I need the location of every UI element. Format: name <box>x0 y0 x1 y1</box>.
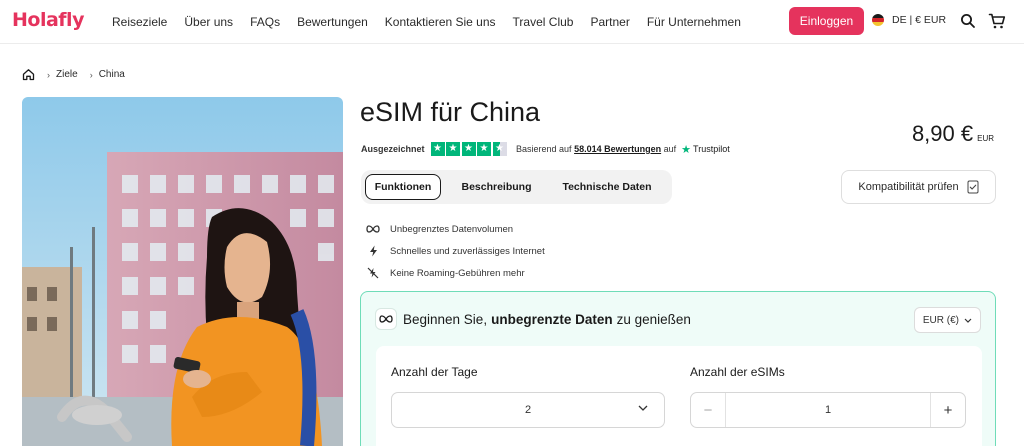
price-value: 8,90 € <box>911 121 974 146</box>
product-tabs: Funktionen Beschreibung Technische Daten <box>361 170 672 204</box>
chevron-right-icon: › <box>89 69 93 80</box>
infinity-icon <box>366 222 380 236</box>
language-currency-label: DE | € EUR <box>892 14 947 26</box>
checklist-icon <box>967 180 979 194</box>
infinity-icon <box>375 308 397 330</box>
product-hero-image <box>22 97 343 446</box>
feature-item: Unbegrenztes Datenvolumen <box>366 218 545 240</box>
plan-options-panel: Anzahl der Tage Anzahl der eSIMs 2 − 1 + <box>376 346 982 446</box>
breadcrumb: › Ziele › China <box>22 68 125 81</box>
home-icon[interactable] <box>22 68 35 81</box>
data-plan-card: Beginnen Sie, unbegrenzte Daten zu genie… <box>360 291 996 446</box>
days-value: 2 <box>524 404 532 416</box>
chevron-down-icon <box>638 405 648 411</box>
holafly-logo[interactable]: Holafly <box>12 9 84 31</box>
nav-item-reiseziele[interactable]: Reiseziele <box>112 15 167 29</box>
rating-text: Basierend auf 58.014 Bewertungen auf <box>516 144 677 154</box>
login-button[interactable]: Einloggen <box>789 7 864 35</box>
feature-list: Unbegrenztes Datenvolumen Schnelles und … <box>366 218 545 284</box>
plan-heading: Beginnen Sie, unbegrenzte Daten zu genie… <box>375 308 691 330</box>
rating-stars: ★ ★ ★ ★ ★ <box>430 142 509 156</box>
search-icon[interactable] <box>960 13 976 29</box>
chevron-down-icon <box>964 318 972 323</box>
nav-item-faqs[interactable]: FAQs <box>250 15 280 29</box>
increment-button[interactable]: + <box>930 393 965 427</box>
nav-item-unternehmen[interactable]: Für Unternehmen <box>647 15 741 29</box>
star-icon: ★ <box>477 142 492 156</box>
days-label: Anzahl der Tage <box>391 365 478 379</box>
trustpilot-logo: ★ Trustpilot <box>681 143 730 156</box>
main-nav: Reiseziele Über uns FAQs Bewertungen Kon… <box>112 15 758 29</box>
language-currency-selector[interactable]: DE | € EUR <box>872 14 946 26</box>
nav-item-partner[interactable]: Partner <box>590 15 629 29</box>
star-icon: ★ <box>446 142 461 156</box>
star-icon: ★ <box>461 142 476 156</box>
tab-technische-daten[interactable]: Technische Daten <box>552 174 662 200</box>
product-title: eSIM für China <box>360 97 541 127</box>
cart-icon[interactable] <box>988 12 1006 30</box>
nav-item-kontakt[interactable]: Kontaktieren Sie uns <box>385 15 496 29</box>
esims-label: Anzahl der eSIMs <box>690 365 785 379</box>
esims-quantity-stepper: − 1 + <box>690 392 966 428</box>
esims-value[interactable]: 1 <box>726 404 930 416</box>
no-roaming-icon <box>366 266 380 280</box>
decrement-button[interactable]: − <box>691 393 726 427</box>
chevron-right-icon: › <box>47 69 50 80</box>
trustpilot-rating[interactable]: Ausgezeichnet ★ ★ ★ ★ ★ Basierend auf 58… <box>361 142 730 156</box>
german-flag-icon <box>872 14 884 26</box>
days-select[interactable]: 2 <box>391 392 665 428</box>
rating-label: Ausgezeichnet <box>361 144 425 154</box>
star-icon: ★ <box>430 142 445 156</box>
compatibility-check-button[interactable]: Kompatibilität prüfen <box>841 170 996 204</box>
trustpilot-star-icon: ★ <box>681 143 692 156</box>
rating-count-link[interactable]: 58.014 Bewertungen <box>574 144 661 154</box>
nav-item-bewertungen[interactable]: Bewertungen <box>297 15 368 29</box>
top-navigation: Holafly Reiseziele Über uns FAQs Bewertu… <box>0 0 1024 44</box>
price-currency: EUR <box>977 134 994 143</box>
tab-funktionen[interactable]: Funktionen <box>365 174 441 200</box>
breadcrumb-china: China <box>98 69 125 80</box>
product-price: 8,90 € EUR <box>912 121 994 147</box>
tab-beschreibung[interactable]: Beschreibung <box>441 174 552 200</box>
nav-item-ueber-uns[interactable]: Über uns <box>184 15 233 29</box>
currency-select[interactable]: EUR (€) <box>913 307 981 333</box>
breadcrumb-ziele[interactable]: Ziele <box>56 69 78 80</box>
star-half-icon: ★ <box>492 142 507 156</box>
feature-item: Schnelles und zuverlässiges Internet <box>366 240 545 262</box>
nav-item-travel-club[interactable]: Travel Club <box>513 15 574 29</box>
compatibility-label: Kompatibilität prüfen <box>858 181 959 193</box>
feature-item: Keine Roaming-Gebühren mehr <box>366 262 545 284</box>
bolt-icon <box>366 244 380 258</box>
